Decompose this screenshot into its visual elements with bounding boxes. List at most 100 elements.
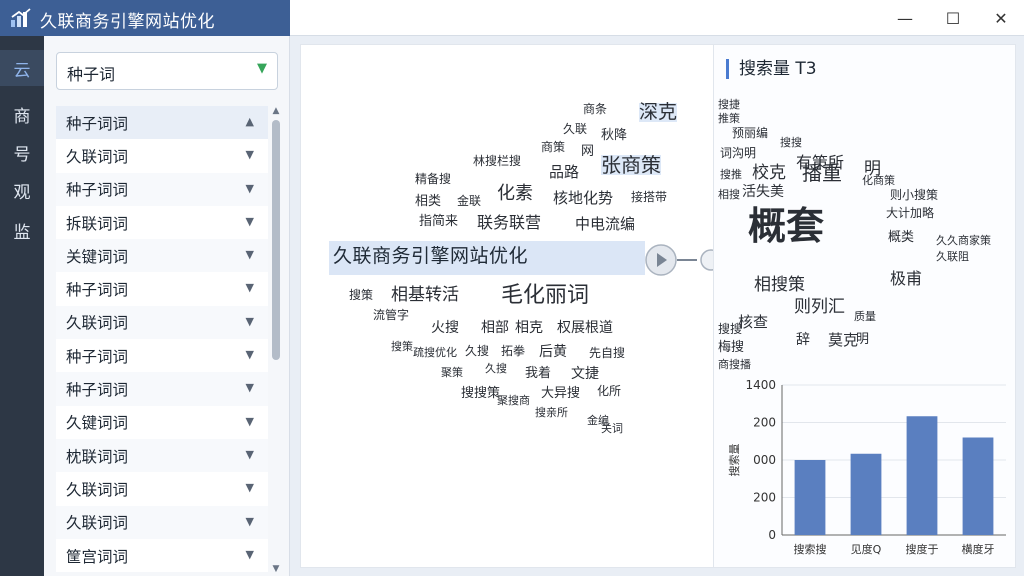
keyword-list-item[interactable]: 筐宫词词 ▼	[56, 538, 268, 573]
cloud-word[interactable]: 文捷	[571, 367, 599, 381]
cloud-word[interactable]: 品路	[549, 165, 579, 180]
rail-item-business[interactable]: 商	[0, 96, 44, 132]
cloud-word[interactable]: 火搜	[431, 321, 459, 335]
related-cloud-word[interactable]: 梅搜	[718, 341, 744, 354]
related-cloud-word[interactable]: 则小搜策	[890, 189, 938, 201]
cloud-word[interactable]: 搜亲所	[535, 407, 568, 418]
cloud-word[interactable]: 关词	[601, 423, 623, 434]
chevron-down-icon[interactable]: ▼	[246, 215, 254, 228]
cloud-word[interactable]: 核地化势	[553, 191, 613, 206]
related-cloud-word[interactable]: 商搜播	[718, 359, 751, 370]
cloud-word[interactable]: 久搜	[465, 345, 489, 357]
cloud-word[interactable]: 相类	[415, 195, 441, 208]
related-cloud-word[interactable]: 久久商家策	[936, 235, 991, 246]
cloud-word[interactable]: 商条	[583, 103, 607, 115]
keyword-list-item[interactable]: 久联词词 ▼	[56, 505, 268, 539]
keyword-list-item[interactable]: 枕联词词 ▼	[56, 438, 268, 473]
cloud-word[interactable]: 中电流编	[575, 217, 635, 232]
related-cloud-word[interactable]: 概类	[888, 231, 914, 244]
related-cloud-word[interactable]: 相搜策	[754, 277, 805, 294]
cloud-word[interactable]: 化素	[497, 185, 533, 203]
rail-item-cloud[interactable]: 云	[0, 50, 44, 86]
chevron-down-icon[interactable]: ▼	[246, 515, 254, 528]
chevron-down-icon[interactable]: ▼	[246, 182, 254, 195]
cloud-word[interactable]: 林搜栏搜	[473, 155, 521, 167]
chevron-down-icon[interactable]: ▼	[246, 415, 254, 428]
cloud-word[interactable]: 商策	[541, 141, 565, 153]
related-cloud-word[interactable]: 质量	[854, 311, 876, 322]
chevron-down-icon[interactable]: ▼	[246, 548, 254, 561]
related-cloud-word[interactable]: 辞	[796, 333, 810, 347]
related-cloud-word[interactable]: 则列汇	[794, 299, 845, 316]
related-cloud-word[interactable]: 搜捷	[718, 99, 740, 110]
chevron-down-icon[interactable]: ▼	[246, 315, 254, 328]
chevron-up-icon[interactable]: ▲	[246, 115, 254, 128]
related-cloud-word[interactable]: 搜搜	[718, 323, 742, 335]
related-cloud-word[interactable]: 核查	[738, 315, 768, 330]
cloud-word[interactable]: 接搭带	[631, 191, 667, 203]
related-cloud-word[interactable]: 相搜	[718, 189, 740, 200]
scroll-down-icon[interactable]: ▼	[270, 564, 282, 574]
cloud-word[interactable]: 相基转活	[391, 287, 459, 304]
cloud-word[interactable]: 相克	[515, 321, 543, 335]
cloud-word[interactable]: 后黄	[539, 345, 567, 359]
cloud-word[interactable]: 相部	[481, 321, 509, 335]
cloud-word[interactable]: 毛化丽词	[501, 285, 589, 307]
cloud-word[interactable]: 搜搜策	[461, 387, 500, 400]
related-cloud-word[interactable]: 校克	[752, 165, 786, 182]
cloud-word[interactable]: 权展根道	[557, 321, 613, 335]
related-cloud-word[interactable]: 久联阻	[936, 251, 969, 262]
cloud-word[interactable]: 大异搜	[541, 387, 580, 400]
cloud-word[interactable]: 流管字	[373, 309, 409, 321]
cloud-word[interactable]: 先自搜	[589, 347, 625, 359]
keyword-list-item[interactable]: 关键词词 ▼	[56, 239, 268, 273]
keyword-list-item[interactable]: 久联词词 ▼	[56, 472, 268, 506]
cloud-word[interactable]: 化所	[597, 385, 621, 397]
close-button[interactable]: ✕	[976, 0, 1024, 36]
scrollbar-thumb[interactable]	[272, 120, 280, 360]
keyword-list-item[interactable]: 种子词词 ▼	[56, 272, 268, 306]
related-cloud-word[interactable]: 词沟明	[720, 147, 756, 159]
scroll-up-icon[interactable]: ▲	[270, 106, 282, 116]
chevron-down-icon[interactable]: ▼	[246, 248, 254, 261]
rail-item-number[interactable]: 号	[0, 134, 44, 170]
related-cloud-word[interactable]: 推策	[718, 113, 740, 124]
chevron-down-icon[interactable]: ▼	[246, 481, 254, 494]
keyword-list-item[interactable]: 种子词词 ▲	[56, 106, 268, 140]
chevron-down-icon[interactable]: ▼	[246, 348, 254, 361]
cloud-word[interactable]: 搜策	[349, 289, 373, 301]
related-cloud-word[interactable]: 搜搜	[780, 137, 802, 148]
maximize-button[interactable]: ☐	[928, 0, 978, 36]
keyword-list-item[interactable]: 种子词词 ▼	[56, 372, 268, 406]
main-term[interactable]: 久联商务引擎网站优化	[329, 241, 645, 275]
cloud-word[interactable]: 久联	[563, 123, 587, 135]
bar[interactable]	[850, 453, 882, 535]
cloud-word[interactable]: 指简来	[419, 215, 458, 228]
bar[interactable]	[962, 437, 994, 536]
cloud-word[interactable]: 疏搜优化	[413, 347, 457, 358]
cloud-word[interactable]: 联务联营	[477, 215, 541, 231]
cloud-word[interactable]: 金联	[457, 195, 481, 207]
bar[interactable]	[794, 460, 826, 535]
cloud-word[interactable]: 深克	[639, 103, 678, 122]
cloud-word[interactable]: 精备搜	[415, 173, 451, 185]
bar[interactable]	[906, 416, 938, 535]
related-cloud-word[interactable]: 概套	[748, 207, 824, 245]
cloud-word[interactable]: 网	[581, 145, 594, 158]
chevron-down-icon[interactable]: ▼	[246, 281, 254, 294]
minimize-button[interactable]: —	[880, 0, 930, 36]
cloud-word[interactable]: 张商策	[601, 155, 661, 175]
cloud-word[interactable]: 聚搜商	[497, 395, 530, 406]
chevron-down-icon[interactable]: ▼	[246, 148, 254, 161]
related-cloud-word[interactable]: 搜推	[720, 169, 742, 180]
cloud-word[interactable]: 我着	[525, 367, 551, 380]
related-cloud-word[interactable]: 莫克	[828, 333, 858, 348]
rail-item-view[interactable]: 观	[0, 172, 44, 208]
sidebar-scrollbar[interactable]: ▲ ▼	[270, 106, 282, 576]
cloud-word[interactable]: 秋降	[601, 129, 627, 142]
rail-item-monitor[interactable]: 监	[0, 212, 44, 248]
keyword-list-item[interactable]: 拆联词词 ▼	[56, 205, 268, 240]
cloud-word[interactable]: 搜策	[391, 341, 413, 352]
chevron-down-icon[interactable]: ▼	[246, 381, 254, 394]
related-cloud-word[interactable]: 预丽编	[732, 127, 768, 139]
